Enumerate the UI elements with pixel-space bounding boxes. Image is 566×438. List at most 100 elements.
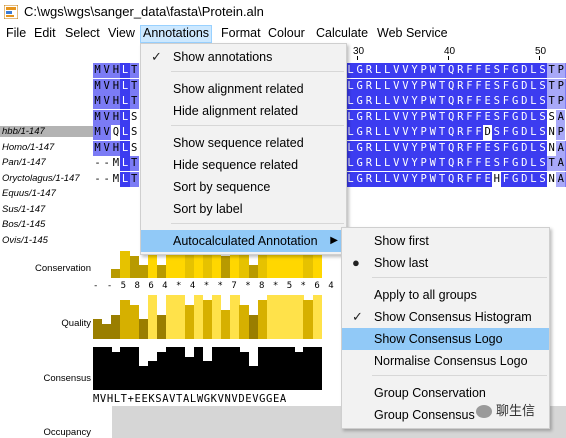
menu-item-label: Show annotations <box>173 50 273 64</box>
residue: S <box>492 125 502 140</box>
residue: V <box>391 94 401 109</box>
sequence-id[interactable]: Equus/1-147 <box>2 188 56 199</box>
residue: P <box>419 140 429 156</box>
sequence-id[interactable]: Bos/1-145 <box>2 219 45 230</box>
menu-colour[interactable]: Colour <box>266 26 307 40</box>
sequence-row[interactable]: LGRLLVVYPWTQRFFESFGDLSTPD <box>346 63 566 78</box>
sequence-row[interactable]: LGRLLVVYPWTQRFFESFGDLSNAD <box>346 140 566 156</box>
quality-bar <box>111 315 121 339</box>
menu-item-label: Group Consensus <box>374 408 475 422</box>
residue: V <box>102 140 112 156</box>
sequence-row[interactable]: MVHLT <box>93 78 139 94</box>
menu-show-first[interactable]: Show first <box>342 230 549 252</box>
sequence-id[interactable]: Sus/1-147 <box>2 204 45 215</box>
sequence-id[interactable]: Homo/1-147 <box>2 142 54 153</box>
consensus-bar <box>248 366 258 390</box>
residue: L <box>528 94 538 109</box>
residue: G <box>355 156 365 171</box>
residue: L <box>120 171 130 187</box>
menu-apply-to-all-groups[interactable]: Apply to all groups <box>342 284 549 306</box>
occupancy-label: Occupancy <box>43 427 91 438</box>
menu-sort-by-sequence[interactable]: Sort by sequence <box>141 176 346 198</box>
sequence-id[interactable]: Oryctolagus/1-147 <box>2 173 80 184</box>
sequence-row[interactable]: --MLT <box>93 171 139 187</box>
residue: R <box>455 125 465 140</box>
consensus-bar <box>294 352 304 390</box>
residue: R <box>364 140 374 156</box>
residue: F <box>473 140 484 156</box>
menu-item-label: Show first <box>374 234 429 248</box>
residue: A <box>556 171 566 187</box>
menu-annotations[interactable]: Annotations <box>140 25 213 43</box>
sequence-row[interactable]: LGRLLVVYPWTQRFFEHFGDLSNAD <box>346 171 566 187</box>
sequence-row[interactable]: MVHLT <box>93 63 139 78</box>
residue: F <box>464 140 474 156</box>
residue: F <box>501 94 511 109</box>
menu-format[interactable]: Format <box>219 26 263 40</box>
residue: S <box>547 109 557 125</box>
residue: L <box>120 78 130 94</box>
menu-show-annotations[interactable]: ✓ Show annotations <box>141 46 346 68</box>
residue: V <box>391 63 401 78</box>
residue: L <box>373 171 383 187</box>
menu-select[interactable]: Select <box>63 26 102 40</box>
menu-show-alignment-related[interactable]: Show alignment related <box>141 78 346 100</box>
sequence-id[interactable]: Pan/1-147 <box>2 157 46 168</box>
residue: S <box>537 78 548 94</box>
residue: R <box>364 94 374 109</box>
residue: R <box>364 63 374 78</box>
sequence-row[interactable]: LGRLLVVYPWTQRFFESFGDLSTAD <box>346 156 566 171</box>
sequence-row[interactable]: MVHLS <box>93 109 139 125</box>
sequence-row[interactable]: MVHLS <box>93 140 139 156</box>
menu-hide-sequence-related[interactable]: Hide sequence related <box>141 154 346 176</box>
sequence-row[interactable]: MVHLT <box>93 94 139 109</box>
quality-bar <box>193 295 204 339</box>
menu-bar: File Edit Select View Annotations Format… <box>0 24 566 44</box>
residue: S <box>492 78 502 94</box>
sequence-row[interactable]: LGRLLVVYPWTQRFFDSFGDLSNPG <box>346 125 566 140</box>
sequence-id[interactable]: hbb/1-147 <box>0 126 93 137</box>
menu-file[interactable]: File <box>4 26 28 40</box>
sequence-row[interactable]: LGRLLVVYPWTQRFFESFGDLSTPD <box>346 94 566 109</box>
menu-show-consensus-logo[interactable]: Show Consensus Logo <box>342 328 549 350</box>
menu-show-sequence-related[interactable]: Show sequence related <box>141 132 346 154</box>
sequence-row[interactable]: LGRLLVVYPWTQRFFESFGDLSTPD <box>346 78 566 94</box>
menu-hide-alignment-related[interactable]: Hide alignment related <box>141 100 346 122</box>
menu-item-label: Show last <box>374 256 429 270</box>
quality-bar <box>147 295 158 339</box>
sequence-row[interactable]: LGRLLVVYPWTQRFFESFGDLSSAN <box>346 109 566 125</box>
sequence-row[interactable]: MVQLS <box>93 125 139 140</box>
quality-bar <box>184 305 194 339</box>
menu-show-consensus-histogram[interactable]: ✓ Show Consensus Histogram <box>342 306 549 328</box>
menu-sort-by-label[interactable]: Sort by label <box>141 198 346 220</box>
menu-separator <box>372 375 547 376</box>
residue: L <box>120 156 130 171</box>
residue: R <box>364 109 374 125</box>
consensus-bar <box>266 347 277 390</box>
residue: G <box>510 63 520 78</box>
menu-calculate[interactable]: Calculate <box>314 26 370 40</box>
residue: Y <box>409 94 420 109</box>
menu-normalise-consensus-logo[interactable]: Normalise Consensus Logo <box>342 350 549 372</box>
ruler-tick <box>357 56 358 60</box>
menu-show-last[interactable]: ● Show last <box>342 252 549 274</box>
menu-item-label: Autocalculated Annotation <box>173 234 318 248</box>
menu-edit[interactable]: Edit <box>32 26 58 40</box>
menu-web-service[interactable]: Web Service <box>375 26 450 40</box>
consensus-label: Consensus <box>43 373 91 384</box>
residue: L <box>346 94 356 109</box>
residue: F <box>473 156 484 171</box>
menu-autocalculated-annotation[interactable]: Autocalculated Annotation ▶ <box>141 230 346 252</box>
residue: H <box>111 109 121 125</box>
sequence-row[interactable]: --MLT <box>93 156 139 171</box>
consensus-bar <box>221 347 231 390</box>
sequence-id[interactable]: Ovis/1-145 <box>2 235 48 246</box>
quality-bar <box>175 295 185 339</box>
menu-view[interactable]: View <box>106 26 137 40</box>
menu-separator <box>372 277 547 278</box>
residue: L <box>346 125 356 140</box>
residue: T <box>437 171 447 187</box>
menu-item-label: Apply to all groups <box>374 288 477 302</box>
residue: Q <box>446 140 456 156</box>
residue: R <box>364 156 374 171</box>
